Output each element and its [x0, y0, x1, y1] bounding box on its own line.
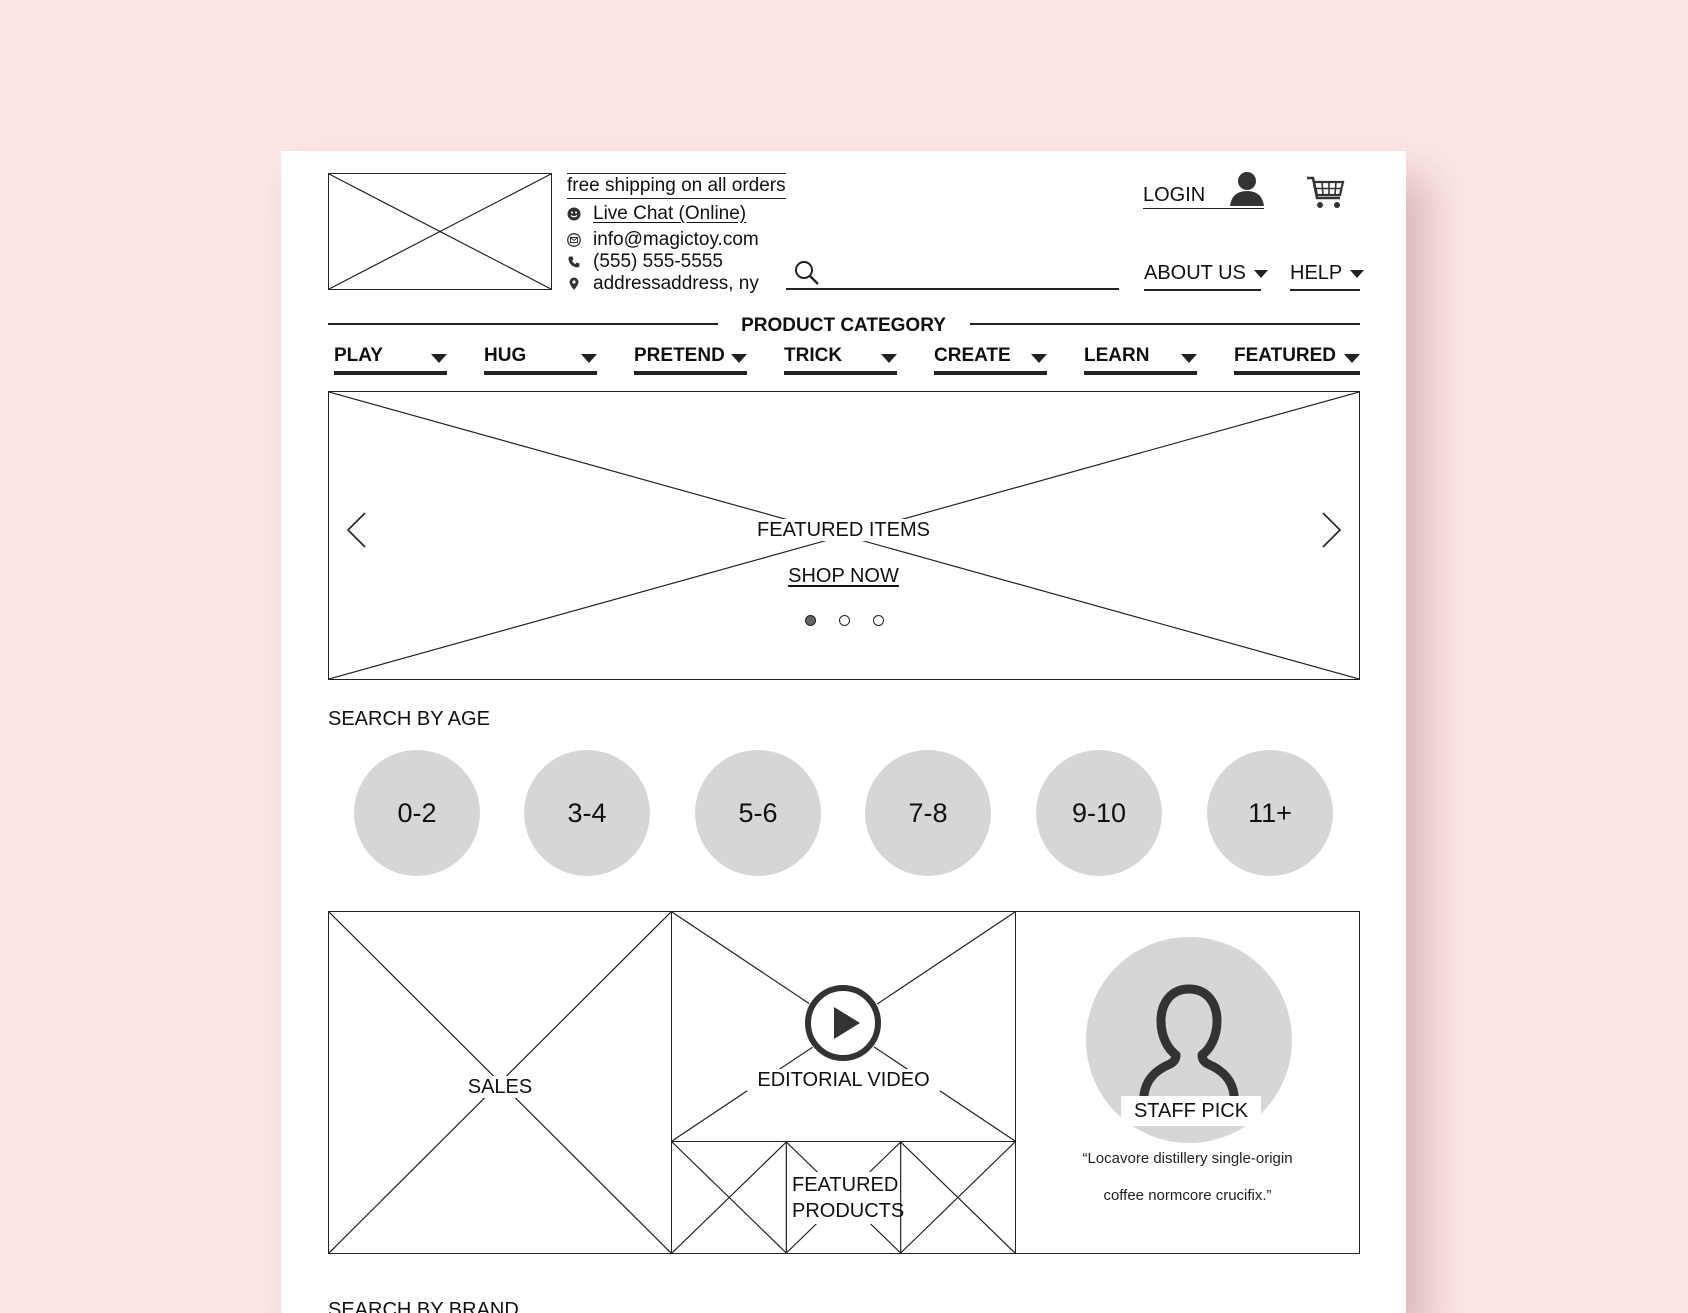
shop-now-label: SHOP NOW: [782, 565, 905, 587]
category-learn[interactable]: LEARN: [1084, 345, 1197, 375]
age-5-6[interactable]: 5-6: [695, 750, 821, 876]
featured-products-line2: PRODUCTS: [792, 1200, 905, 1222]
chevron-down-icon: [731, 354, 747, 363]
about-us-menu[interactable]: ABOUT US: [1144, 262, 1268, 291]
chevron-down-icon: [1350, 269, 1365, 278]
hero-title: FEATURED ITEMS: [281, 519, 1406, 542]
carousel-dot-2[interactable]: [839, 615, 850, 626]
wireframe-sheet: free shipping on all orders Live Chat (O…: [281, 151, 1406, 1313]
chevron-down-icon: [431, 354, 447, 363]
product-category-label: PRODUCT CATEGORY: [729, 315, 958, 336]
shop-now-link[interactable]: SHOP NOW: [281, 565, 1406, 588]
featured-products-label: FEATURED PRODUCTS: [792, 1172, 905, 1224]
about-us-label: ABOUT US: [1144, 262, 1246, 284]
staff-pick-quote: “Locavore distillery single-origin coffe…: [1015, 1140, 1360, 1214]
staff-pick-label: STAFF PICK: [1121, 1096, 1261, 1126]
address-row: addressaddress, ny: [567, 274, 759, 293]
chevron-down-icon: [1253, 269, 1268, 278]
sales-label: SALES: [328, 1076, 672, 1099]
address-text: addressaddress, ny: [593, 273, 759, 294]
free-shipping-text: free shipping on all orders: [567, 175, 786, 196]
staff-pick-text: STAFF PICK: [1133, 1100, 1249, 1122]
category-hug[interactable]: HUG: [484, 345, 597, 375]
live-chat-link[interactable]: Live Chat (Online): [593, 204, 746, 223]
user-icon: [1228, 171, 1266, 212]
quote-line1: “Locavore distillery single-origin: [1082, 1150, 1293, 1167]
search-icon[interactable]: [794, 260, 820, 286]
phone-icon: [567, 255, 581, 269]
age-7-8[interactable]: 7-8: [865, 750, 991, 876]
location-pin-icon: [567, 277, 581, 291]
help-menu[interactable]: HELP: [1290, 262, 1365, 291]
category-pretend[interactable]: PRETEND: [634, 345, 747, 375]
chat-smiley-icon: [567, 207, 581, 221]
age-9-10[interactable]: 9-10: [1036, 750, 1162, 876]
phone-text[interactable]: (555) 555-5555: [593, 252, 723, 271]
category-label: LEARN: [1084, 345, 1150, 366]
sales-text: SALES: [463, 1076, 537, 1098]
play-icon[interactable]: [804, 984, 882, 1062]
featured-products-line1: FEATURED: [792, 1174, 899, 1196]
search-by-brand-title: SEARCH BY BRAND: [328, 1299, 519, 1313]
login-link[interactable]: LOGIN: [1143, 172, 1264, 209]
mail-icon: [567, 232, 581, 247]
live-chat-row[interactable]: Live Chat (Online): [567, 204, 746, 223]
cart-icon[interactable]: [1306, 175, 1346, 216]
age-11-plus[interactable]: 11+: [1207, 750, 1333, 876]
email-row[interactable]: info@magictoy.com: [567, 230, 759, 249]
category-label: HUG: [484, 345, 527, 366]
category-label: FEATURED: [1234, 345, 1337, 366]
category-featured[interactable]: FEATURED: [1234, 345, 1360, 375]
category-label: PLAY: [334, 345, 383, 366]
help-label: HELP: [1290, 262, 1343, 284]
chevron-down-icon: [881, 354, 897, 363]
category-trick[interactable]: TRICK: [784, 345, 897, 375]
age-0-2[interactable]: 0-2: [354, 750, 480, 876]
logo-placeholder[interactable]: [328, 173, 552, 290]
product-category-title: PRODUCT CATEGORY: [281, 315, 1406, 337]
hero-title-label: FEATURED ITEMS: [751, 519, 936, 541]
free-shipping-banner: free shipping on all orders: [567, 173, 786, 199]
chevron-down-icon: [581, 354, 597, 363]
category-label: PRETEND: [634, 345, 725, 366]
email-text[interactable]: info@magictoy.com: [593, 230, 759, 249]
search-input[interactable]: [786, 288, 1119, 290]
category-label: TRICK: [784, 345, 843, 366]
login-label: LOGIN: [1143, 184, 1206, 206]
carousel-dot-3[interactable]: [873, 615, 884, 626]
chevron-down-icon: [1181, 354, 1197, 363]
search-by-age-title: SEARCH BY AGE: [328, 708, 490, 730]
category-label: CREATE: [934, 345, 1011, 366]
editorial-video-label: EDITORIAL VIDEO: [671, 1069, 1016, 1092]
chevron-down-icon: [1344, 354, 1360, 363]
age-3-4[interactable]: 3-4: [524, 750, 650, 876]
quote-line2: coffee normcore crucifix.”: [1103, 1187, 1272, 1204]
chevron-down-icon: [1031, 354, 1047, 363]
phone-row[interactable]: (555) 555-5555: [567, 252, 723, 271]
carousel-dot-1[interactable]: [805, 615, 816, 626]
category-create[interactable]: CREATE: [934, 345, 1047, 375]
category-play[interactable]: PLAY: [334, 345, 447, 375]
editorial-video-text: EDITORIAL VIDEO: [747, 1069, 940, 1091]
